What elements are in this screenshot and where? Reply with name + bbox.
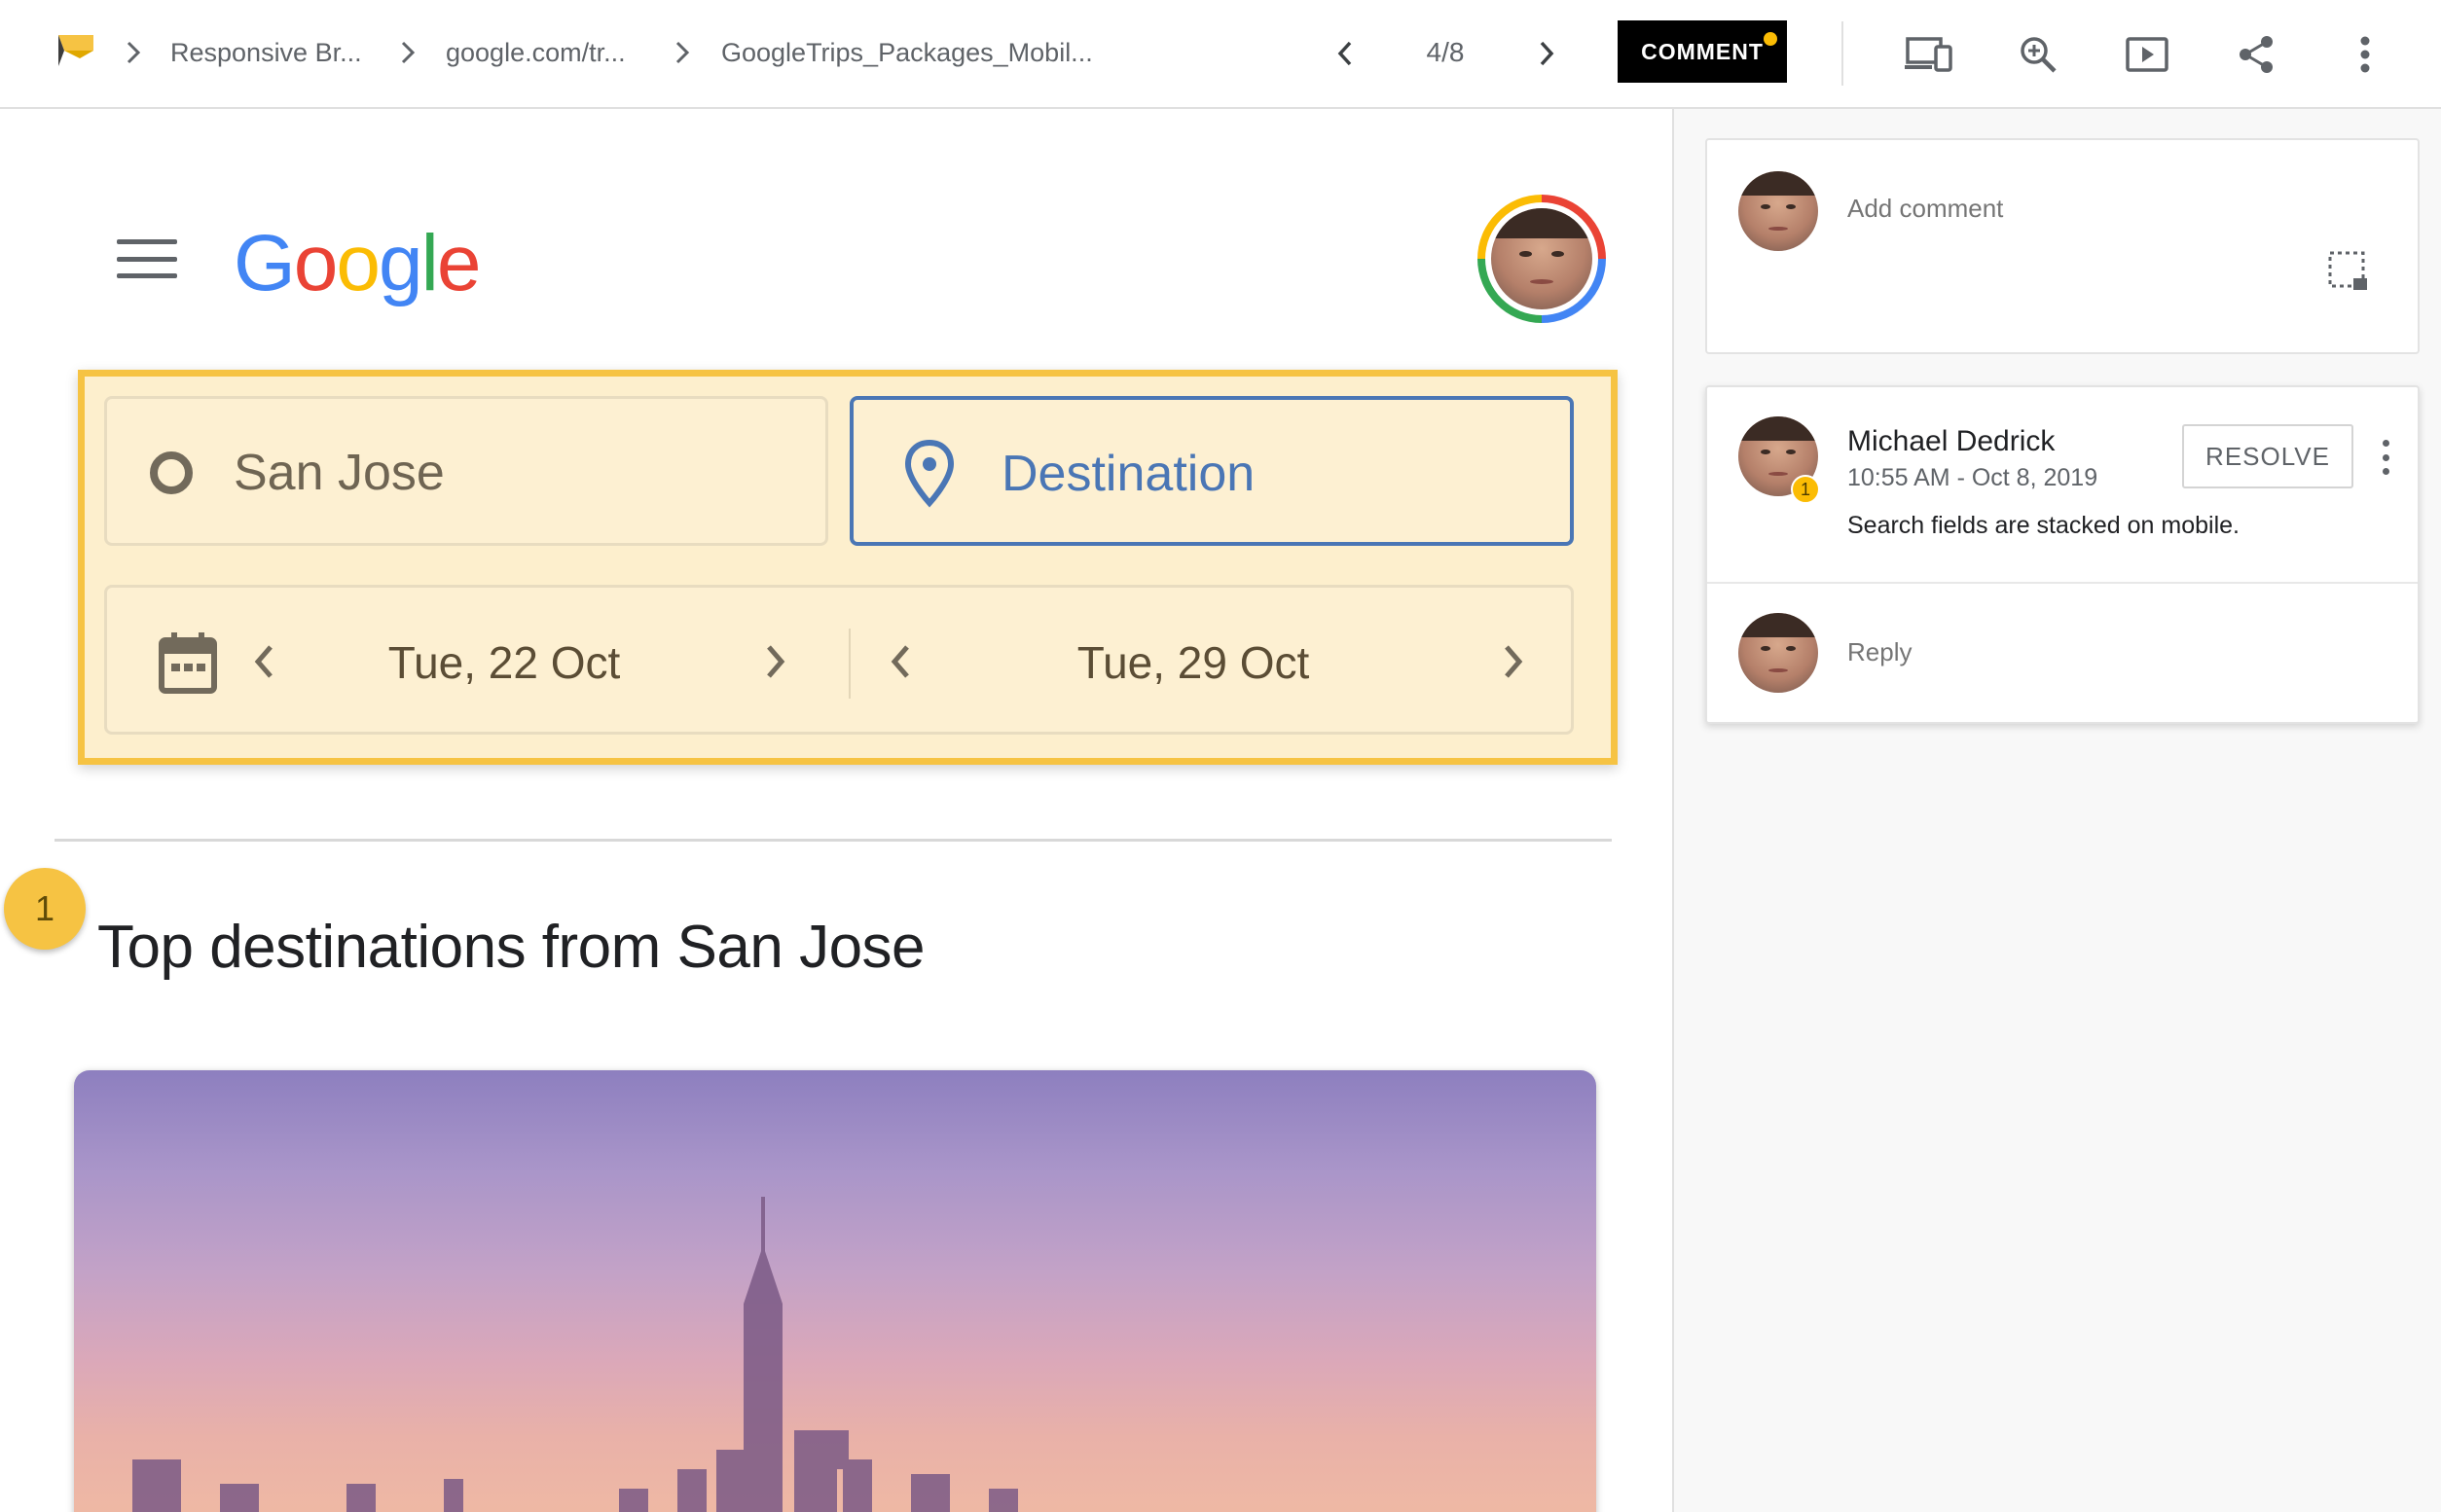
devices-icon [1905,37,1952,72]
calendar-icon [159,632,217,694]
avatar-photo [1491,208,1592,309]
logo-letter: g [379,219,423,307]
breadcrumb-project[interactable]: Responsive Br... [170,33,362,72]
notification-dot [1764,32,1777,46]
more-vert-icon [2360,36,2370,73]
city-skyline-image [132,1197,1018,1512]
origin-field[interactable]: San Jose [104,396,828,546]
design-preview: Google San Jose Destination Tue, 22 Oct … [0,109,1672,1512]
present-button[interactable] [2120,27,2174,82]
chevron-right-icon [668,35,697,70]
logo-letter: o [293,219,339,307]
toolbar-divider [1841,21,1843,86]
breadcrumb-folder[interactable]: google.com/tr... [446,33,626,72]
reply-input[interactable] [1847,634,2295,669]
add-comment-input[interactable] [1847,191,2295,226]
return-prev-day-button[interactable] [876,632,925,691]
previous-page-button[interactable] [1321,29,1369,78]
chevron-right-icon [119,35,148,70]
present-icon [2126,37,2168,72]
depart-next-day-button[interactable] [751,632,800,691]
share-button[interactable] [2229,27,2283,82]
google-logo: Google [234,210,482,317]
destination-field[interactable]: Destination [850,396,1574,546]
chevron-right-icon [767,645,785,678]
avatar [1738,613,1818,693]
search-fields-highlight[interactable]: San Jose Destination Tue, 22 Oct Tue, 29… [78,370,1618,765]
origin-circle-icon [150,451,193,494]
zoom-in-icon [2021,37,2057,73]
depart-prev-day-button[interactable] [239,632,288,691]
page-indicator: 4/8 [1426,37,1465,67]
dates-field[interactable]: Tue, 22 Oct Tue, 29 Oct [104,585,1574,735]
date-divider [849,629,851,699]
next-page-button[interactable] [1522,29,1571,78]
destination-placeholder: Destination [1002,446,1256,502]
chevron-left-icon [1337,41,1352,66]
comment-more-icon[interactable] [2371,436,2400,479]
avatar [1738,171,1818,251]
comment-thread: 1 Michael Dedrick 10:55 AM - Oct 8, 2019… [1705,385,2420,724]
more-options-button[interactable] [2338,27,2392,82]
chevron-left-icon [254,645,273,678]
location-pin-icon [904,439,955,508]
add-comment-box[interactable] [1705,138,2420,354]
profile-avatar[interactable] [1477,195,1606,323]
chevron-right-icon [1505,645,1523,678]
logo-letter: e [436,219,482,307]
device-preview-button[interactable] [1902,27,1956,82]
section-divider [55,839,1612,842]
comment-button-label: COMMENT [1641,38,1764,64]
hamburger-menu-icon[interactable] [117,235,177,282]
destination-card-image[interactable] [74,1070,1596,1512]
origin-value: San Jose [234,445,445,501]
return-next-day-button[interactable] [1489,632,1538,691]
thread-divider [1707,582,2418,584]
comment-pin-marker[interactable]: 1 [4,868,86,950]
comment-text: Search fields are stacked on mobile. [1847,512,2240,539]
section-title: Top destinations from San Jose [97,914,926,981]
share-icon [2240,36,2273,73]
logo-flag-icon[interactable] [55,33,95,68]
comment-timestamp: 10:55 AM - Oct 8, 2019 [1847,464,2098,491]
chevron-left-icon [891,645,909,678]
breadcrumb-file[interactable]: GoogleTrips_Packages_Mobil... [721,33,1093,72]
chevron-right-icon [1540,41,1554,66]
logo-letter: o [336,219,381,307]
top-toolbar: Responsive Br... google.com/tr... Google… [0,0,2441,109]
logo-letter: l [420,219,439,307]
return-date: Tue, 29 Oct [1076,637,1310,688]
logo-letter: G [234,219,296,307]
area-select-icon[interactable] [2326,249,2373,296]
comment-button[interactable]: COMMENT [1618,20,1787,83]
resolve-button[interactable]: RESOLVE [2182,424,2353,488]
depart-date: Tue, 22 Oct [387,637,621,688]
comment-author: Michael Dedrick [1847,425,2056,457]
comment-number-badge: 1 [1791,475,1820,504]
zoom-button[interactable] [2011,27,2065,82]
chevron-right-icon [393,35,422,70]
